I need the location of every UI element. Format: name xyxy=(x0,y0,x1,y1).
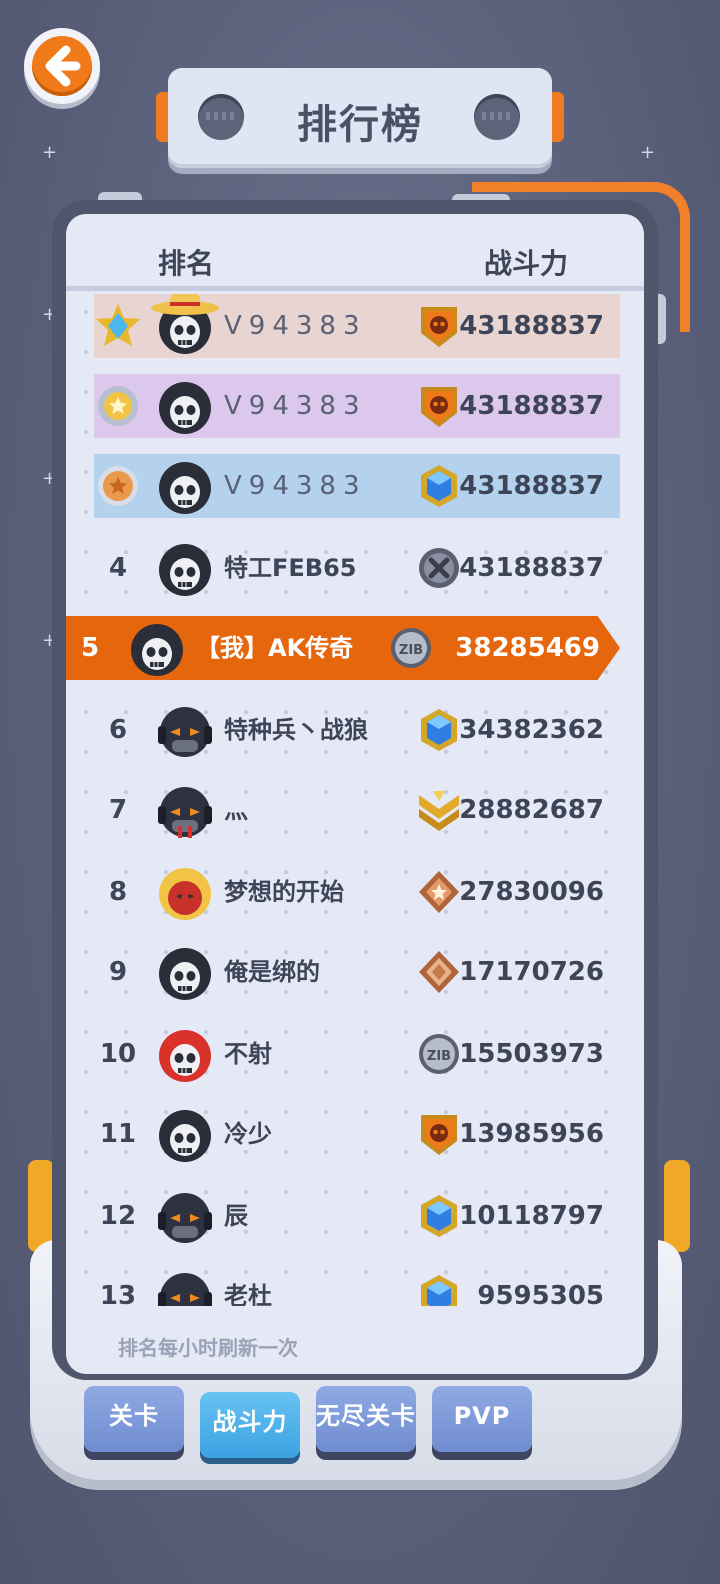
title-plate: 排行榜 xyxy=(168,68,552,168)
power-value: 27830096 xyxy=(459,877,604,907)
leaderboard-row[interactable]: 11 冷少 13985956 xyxy=(94,1102,620,1166)
plus-decoration: + xyxy=(640,142,656,163)
power-value: 34382362 xyxy=(459,715,604,745)
player-name: 梦想的开始 xyxy=(224,878,344,906)
leaderboard-row[interactable]: 13 老杜 9595305 xyxy=(94,1264,620,1306)
skull-hood-avatar-icon[interactable] xyxy=(156,458,214,516)
leaderboard-row[interactable]: 4 特工FEB65 43188837 xyxy=(94,536,620,600)
power-value: 17170726 xyxy=(459,957,604,987)
player-name: 俺是绑的 xyxy=(224,958,320,986)
blue-crystal-shield-icon xyxy=(416,707,462,753)
blue-crystal-shield-icon xyxy=(416,463,462,509)
power-value: 15503973 xyxy=(459,1039,604,1069)
header-divider xyxy=(66,286,644,291)
orange-skull-shield-icon xyxy=(416,303,462,349)
rank-number: 9 xyxy=(108,957,128,987)
star-gem-medal-icon xyxy=(94,294,142,358)
tab-levels[interactable]: 关卡 xyxy=(84,1386,184,1452)
rank-number: 11 xyxy=(99,1119,137,1149)
side-bracket-left xyxy=(28,1160,54,1252)
skull-hood-avatar-icon[interactable] xyxy=(156,944,214,1002)
player-name: 辰 xyxy=(224,1202,248,1230)
leaderboard-row-self[interactable]: 5 【我】AK传奇 ZIB 38285469 xyxy=(66,616,620,680)
power-column-header: 战斗力 xyxy=(484,247,569,280)
robot-headphones-red-avatar-icon[interactable] xyxy=(156,782,214,840)
power-value: 43188837 xyxy=(459,553,604,583)
rank-number: 5 xyxy=(80,633,100,663)
leaderboard-list[interactable]: V94383 43188837 V94383 43188837 V94383 431888… xyxy=(66,294,644,1306)
power-value: 10118797 xyxy=(459,1201,604,1231)
player-name: 老杜 xyxy=(224,1282,272,1306)
skull-hood-avatar-icon[interactable] xyxy=(128,620,186,678)
bronze-star-medal-icon xyxy=(94,454,142,518)
back-button[interactable] xyxy=(24,28,100,104)
tab-power[interactable]: 战斗力 xyxy=(200,1392,300,1458)
player-name: 冷少 xyxy=(224,1120,272,1148)
leaderboard-row[interactable]: 12 辰 10118797 xyxy=(94,1184,620,1248)
rank-number: 10 xyxy=(99,1039,137,1069)
rank-number: 7 xyxy=(108,795,128,825)
svg-text:ZIB: ZIB xyxy=(399,643,423,658)
power-value: 43188837 xyxy=(459,311,604,341)
bronze-diamond-icon xyxy=(416,949,462,995)
robot-headphones-avatar-icon[interactable] xyxy=(156,1188,214,1246)
skull-hood-avatar-icon[interactable] xyxy=(156,1106,214,1164)
plus-decoration: + xyxy=(42,142,58,163)
power-value: 9595305 xyxy=(477,1281,604,1306)
refresh-note: 排名每小时刷新一次 xyxy=(118,1336,298,1360)
player-name: 特种兵丶战狼 xyxy=(224,716,368,744)
player-name: 【我】AK传奇 xyxy=(196,634,354,662)
blue-crystal-shield-icon xyxy=(416,1273,462,1306)
skull-hood-avatar-icon[interactable] xyxy=(156,540,214,598)
orange-skull-shield-icon xyxy=(416,383,462,429)
skull-red-helmet-avatar-icon[interactable] xyxy=(156,1026,214,1084)
player-name: 不射 xyxy=(224,1040,272,1068)
bronze-star-shield-icon xyxy=(416,869,462,915)
rank-number: 6 xyxy=(108,715,128,745)
leaderboard-row[interactable]: V94383 43188837 xyxy=(94,294,620,358)
back-arrow-icon xyxy=(32,36,92,96)
leaderboard-row[interactable]: 6 特种兵丶战狼 34382362 xyxy=(94,698,620,762)
rank-number: 13 xyxy=(99,1281,137,1306)
tab-pvp[interactable]: PVP xyxy=(432,1386,532,1452)
power-value: 13985956 xyxy=(459,1119,604,1149)
player-name: V94383 xyxy=(224,391,367,421)
power-value: 43188837 xyxy=(459,391,604,421)
player-name: 特工FEB65 xyxy=(224,554,357,582)
leaderboard-row[interactable]: V94383 43188837 xyxy=(94,374,620,438)
leaderboard-row[interactable]: 8 梦想的开始 27830096 xyxy=(94,860,620,924)
gold-chevron-icon xyxy=(416,787,462,833)
player-name: V94383 xyxy=(224,311,367,341)
power-value: 28882687 xyxy=(459,795,604,825)
blue-crystal-shield-small-icon xyxy=(416,1193,462,1239)
svg-text:ZIB: ZIB xyxy=(427,1049,451,1064)
tab-endless-levels[interactable]: 无尽关卡 xyxy=(316,1386,416,1452)
leaderboard-row[interactable]: 10 不射 ZIB 15503973 xyxy=(94,1022,620,1086)
rank-column-header: 排名 xyxy=(158,247,215,280)
skull-hood-avatar-icon[interactable] xyxy=(156,378,214,436)
yellow-red-mask-avatar-icon[interactable] xyxy=(156,864,214,922)
player-name: 灬 xyxy=(224,796,248,824)
robot-headphones-avatar-icon[interactable] xyxy=(156,702,214,760)
orange-skull-shield-icon xyxy=(416,1111,462,1157)
page-title: 排行榜 xyxy=(297,102,423,148)
power-value: 43188837 xyxy=(459,471,604,501)
rank-number: 12 xyxy=(99,1201,137,1231)
zib-coin-icon: ZIB xyxy=(416,1031,462,1077)
grey-cross-coin-icon xyxy=(416,545,462,591)
robot-headphones-avatar-icon[interactable] xyxy=(156,1268,214,1306)
leaderboard-row[interactable]: 7 灬 28882687 xyxy=(94,778,620,842)
leaderboard-panel: 排名 战斗力 V94383 43188837 V94383 43188837 V9438… xyxy=(66,214,644,1374)
zib-coin-icon: ZIB xyxy=(388,625,434,671)
player-name: V94383 xyxy=(224,471,367,501)
leaderboard-row[interactable]: 9 俺是绑的 17170726 xyxy=(94,940,620,1004)
gold-star-medal-icon xyxy=(94,374,142,438)
side-bracket-right xyxy=(664,1160,690,1252)
rank-number: 4 xyxy=(108,553,128,583)
leaderboard-row[interactable]: V94383 43188837 xyxy=(94,454,620,518)
rank-number: 8 xyxy=(108,877,128,907)
skull-straw-hat-avatar-icon[interactable] xyxy=(151,294,219,356)
power-value: 38285469 xyxy=(455,633,600,663)
